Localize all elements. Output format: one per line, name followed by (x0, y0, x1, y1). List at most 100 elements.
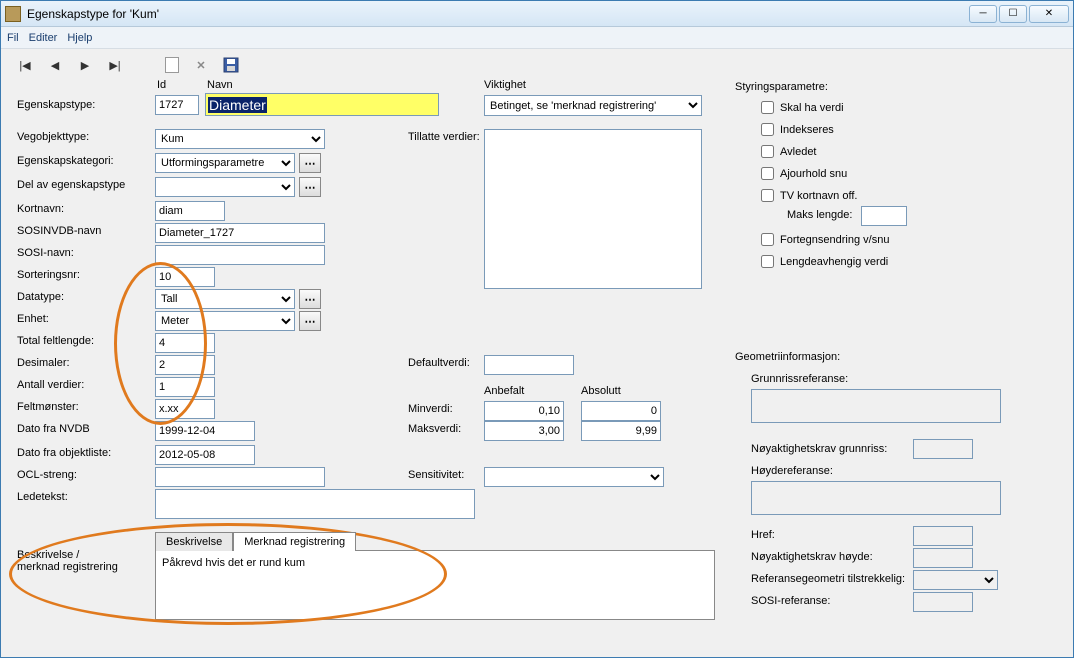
navn-label: Navn (207, 79, 233, 91)
defaultverdi-field[interactable] (484, 355, 574, 375)
refgeom-label: Referansegeometri tilstrekkelig: (751, 573, 905, 585)
titlebar: Egenskapstype for 'Kum' ─ ☐ ✕ (1, 1, 1073, 27)
merknad-textarea[interactable]: Påkrevd hvis det er rund kum (155, 550, 715, 620)
indekseres-checkbox[interactable] (761, 123, 774, 136)
maks-anbefalt-field[interactable] (484, 421, 564, 441)
min-absolutt-field[interactable] (581, 401, 661, 421)
datatype-select[interactable]: Tall (155, 289, 295, 309)
sensitivitet-select[interactable] (484, 467, 664, 487)
avledet-label: Avledet (780, 146, 817, 158)
maks-lengde-label: Maks lengde: (787, 209, 852, 221)
noyak-hoyde-label: Nøyaktighetskrav høyde: (751, 551, 873, 563)
refgeom-select[interactable] (913, 570, 998, 590)
geo-label: Geometriinformasjon: (735, 351, 840, 363)
window-title: Egenskapstype for 'Kum' (27, 7, 969, 21)
ajourhold-label: Ajourhold snu (780, 168, 847, 180)
avledet-checkbox[interactable] (761, 145, 774, 158)
maximize-button[interactable]: ☐ (999, 5, 1027, 23)
fortegn-checkbox[interactable] (761, 233, 774, 246)
menubar: Fil Editer Hjelp (1, 27, 1073, 49)
save-icon[interactable] (223, 57, 239, 73)
skal-ha-verdi-label: Skal ha verdi (780, 102, 844, 114)
ocl-field[interactable] (155, 467, 325, 487)
del-av-select[interactable] (155, 177, 295, 197)
sosi-navn-label: SOSI-navn: (17, 247, 74, 259)
lengdeavh-checkbox[interactable] (761, 255, 774, 268)
enhet-select[interactable]: Meter (155, 311, 295, 331)
menu-editer[interactable]: Editer (29, 32, 58, 44)
id-label: Id (157, 79, 166, 91)
nav-first-icon[interactable]: |◀ (17, 57, 33, 73)
tab-beskrivelse[interactable]: Beskrivelse (155, 532, 233, 551)
tillatte-verdier-label: Tillatte verdier: (408, 131, 480, 143)
feltmonster-label: Feltmønster: (17, 401, 79, 413)
maks-lengde-field[interactable] (861, 206, 907, 226)
skal-ha-verdi-checkbox[interactable] (761, 101, 774, 114)
enhet-label: Enhet: (17, 313, 49, 325)
absolutt-label: Absolutt (581, 385, 621, 397)
nav-prev-icon[interactable]: ◀ (47, 57, 63, 73)
close-button[interactable]: ✕ (1029, 5, 1069, 23)
minimize-button[interactable]: ─ (969, 5, 997, 23)
total-feltlengde-label: Total feltlengde: (17, 335, 94, 347)
sosinvdb-label: SOSINVDB-navn (17, 225, 101, 237)
dato-objliste-field[interactable] (155, 445, 255, 465)
enhet-more-button[interactable]: ⋯ (299, 311, 321, 331)
id-field[interactable] (155, 95, 199, 115)
sorteringsnr-field[interactable] (155, 267, 215, 287)
sosi-navn-field[interactable] (155, 245, 325, 265)
egenskapskategori-select[interactable]: Utformingsparametre (155, 153, 295, 173)
sosi-ref-field (913, 592, 973, 612)
ocl-label: OCL-streng: (17, 469, 77, 481)
ledetekst-field[interactable] (155, 489, 475, 519)
tv-kortnavn-checkbox[interactable] (761, 189, 774, 202)
egenskapskategori-label: Egenskapskategori: (17, 155, 114, 167)
tv-kortnavn-label: TV kortnavn off. (780, 190, 857, 202)
navn-field[interactable]: Diameter (205, 93, 439, 116)
hoyderef-label: Høydereferanse: (751, 465, 833, 477)
del-av-label: Del av egenskapstype (17, 179, 125, 191)
sosinvdb-field[interactable] (155, 223, 325, 243)
vegobjekttype-select[interactable]: Kum (155, 129, 325, 149)
egenskapstype-label: Egenskapstype: (17, 99, 95, 111)
viktighet-select[interactable]: Betinget, se 'merknad registrering' (484, 95, 702, 116)
anbefalt-label: Anbefalt (484, 385, 524, 397)
minverdi-label: Minverdi: (408, 403, 453, 415)
href-label: Href: (751, 529, 775, 541)
antall-verdier-field[interactable] (155, 377, 215, 397)
indekseres-label: Indekseres (780, 124, 834, 136)
defaultverdi-label: Defaultverdi: (408, 357, 470, 369)
dato-nvdb-label: Dato fra NVDB (17, 423, 90, 435)
min-anbefalt-field[interactable] (484, 401, 564, 421)
new-icon[interactable] (165, 57, 179, 73)
ledetekst-label: Ledetekst: (17, 491, 68, 503)
ajourhold-checkbox[interactable] (761, 167, 774, 180)
egenskapskategori-more-button[interactable]: ⋯ (299, 153, 321, 173)
nav-next-icon[interactable]: ▶ (77, 57, 93, 73)
tab-merknad-registrering[interactable]: Merknad registrering (233, 532, 356, 551)
vegobjekttype-label: Vegobjekttype: (17, 131, 89, 143)
feltmonster-field[interactable] (155, 399, 215, 419)
del-av-more-button[interactable]: ⋯ (299, 177, 321, 197)
kortnavn-field[interactable] (155, 201, 225, 221)
sorteringsnr-label: Sorteringsnr: (17, 269, 80, 281)
maksverdi-label: Maksverdi: (408, 423, 461, 435)
delete-icon[interactable]: ✕ (193, 57, 209, 73)
fortegn-label: Fortegnsendring v/snu (780, 234, 889, 246)
noyak-grunn-label: Nøyaktighetskrav grunnriss: (751, 443, 887, 455)
menu-fil[interactable]: Fil (7, 32, 19, 44)
tillatte-verdier-list[interactable] (484, 129, 702, 289)
dato-objliste-label: Dato fra objektliste: (17, 447, 111, 459)
datatype-more-button[interactable]: ⋯ (299, 289, 321, 309)
datatype-label: Datatype: (17, 291, 64, 303)
lengdeavh-label: Lengdeavhengig verdi (780, 256, 888, 268)
app-icon (5, 6, 21, 22)
nav-last-icon[interactable]: ▶| (107, 57, 123, 73)
total-feltlengde-field[interactable] (155, 333, 215, 353)
styrings-label: Styringsparametre: (735, 81, 828, 93)
desimaler-label: Desimaler: (17, 357, 70, 369)
dato-nvdb-field[interactable] (155, 421, 255, 441)
menu-hjelp[interactable]: Hjelp (67, 32, 92, 44)
desimaler-field[interactable] (155, 355, 215, 375)
maks-absolutt-field[interactable] (581, 421, 661, 441)
